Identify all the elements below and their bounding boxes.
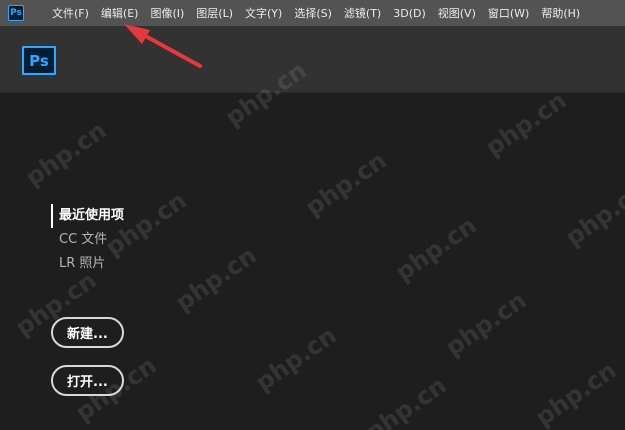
photoshop-window: Ps 文件(F) 编辑(E) 图像(I) 图层(L) 文字(Y) 选择(S) 滤… — [0, 0, 625, 430]
start-header — [0, 26, 625, 93]
menu-file[interactable]: 文件(F) — [46, 0, 95, 26]
menu-view[interactable]: 视图(V) — [432, 0, 482, 26]
open-button[interactable]: 打开... — [51, 365, 124, 396]
nav-lr-photos[interactable]: LR 照片 — [51, 252, 124, 276]
menu-type[interactable]: 文字(Y) — [239, 0, 288, 26]
nav-recent[interactable]: 最近使用项 — [51, 204, 124, 228]
menu-image[interactable]: 图像(I) — [144, 0, 190, 26]
menu-window[interactable]: 窗口(W) — [482, 0, 535, 26]
menu-filter[interactable]: 滤镜(T) — [338, 0, 387, 26]
nav-cc-files[interactable]: CC 文件 — [51, 228, 124, 252]
menu-help[interactable]: 帮助(H) — [535, 0, 586, 26]
menu-bar: Ps 文件(F) 编辑(E) 图像(I) 图层(L) 文字(Y) 选择(S) 滤… — [0, 0, 625, 26]
menu-items: 文件(F) 编辑(E) 图像(I) 图层(L) 文字(Y) 选择(S) 滤镜(T… — [46, 0, 586, 26]
photoshop-app-icon[interactable]: Ps — [8, 5, 24, 21]
start-nav: 最近使用项 CC 文件 LR 照片 — [51, 204, 124, 276]
menu-layer[interactable]: 图层(L) — [190, 0, 239, 26]
menu-select[interactable]: 选择(S) — [288, 0, 338, 26]
new-button[interactable]: 新建... — [51, 317, 124, 348]
photoshop-logo: Ps — [22, 46, 56, 75]
menu-edit[interactable]: 编辑(E) — [95, 0, 145, 26]
menu-3d[interactable]: 3D(D) — [387, 0, 432, 26]
